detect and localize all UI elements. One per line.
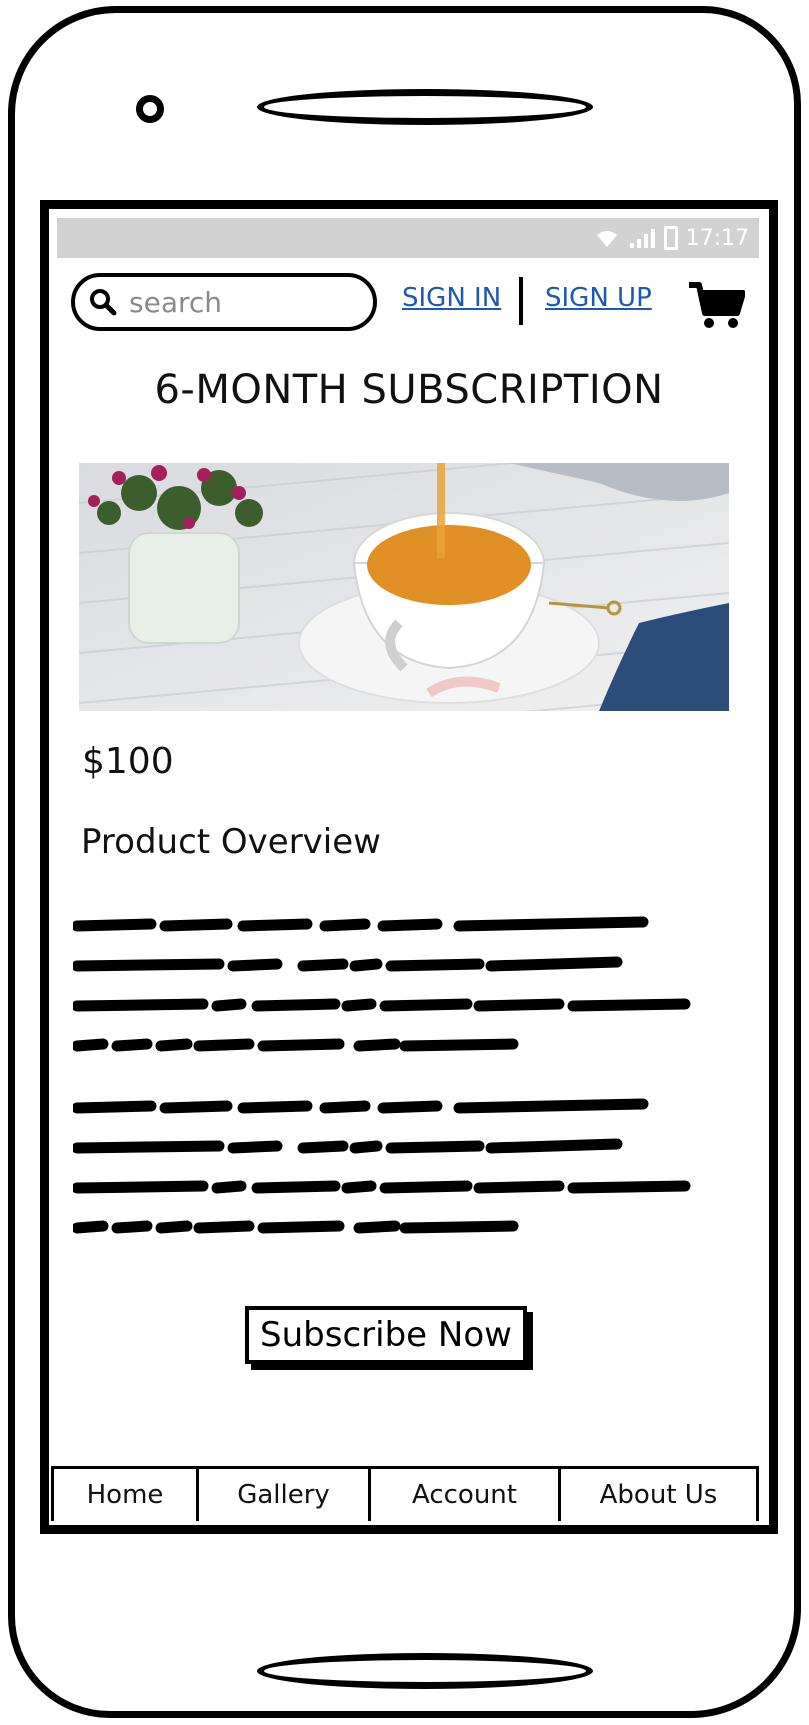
search-input[interactable] <box>127 284 341 320</box>
search-icon[interactable] <box>89 288 117 316</box>
bottom-tab-bar: Home Gallery Account About Us <box>51 1466 759 1521</box>
top-bar: SIGN IN SIGN UP <box>49 265 769 335</box>
tab-gallery[interactable]: Gallery <box>199 1469 371 1521</box>
signal-icon <box>629 229 655 248</box>
product-price: $100 <box>82 741 174 782</box>
overview-heading: Product Overview <box>81 822 381 862</box>
description-paragraph-1 <box>73 916 691 1052</box>
home-button[interactable] <box>257 1653 593 1689</box>
description-paragraph-2 <box>73 1098 691 1234</box>
wifi-icon <box>596 231 617 247</box>
status-time: 17:17 <box>685 225 749 251</box>
page-title: 6-MONTH SUBSCRIPTION <box>154 367 664 413</box>
earpiece-speaker <box>257 89 593 125</box>
tab-home[interactable]: Home <box>51 1469 199 1521</box>
subscribe-now-button[interactable]: Subscribe Now <box>245 1306 527 1364</box>
sign-in-link[interactable]: SIGN IN <box>402 283 501 313</box>
status-bar: 17:17 <box>57 218 759 258</box>
sign-up-link[interactable]: SIGN UP <box>545 283 652 313</box>
tab-account[interactable]: Account <box>371 1469 561 1521</box>
cart-icon[interactable] <box>687 279 745 329</box>
status-icons: 17:17 <box>594 224 749 252</box>
tab-about-us[interactable]: About Us <box>561 1469 759 1521</box>
battery-icon <box>663 226 678 250</box>
front-camera <box>136 95 164 123</box>
link-separator <box>519 277 523 325</box>
product-image <box>79 463 729 711</box>
search-box[interactable] <box>71 273 377 331</box>
phone-screen: 17:17 SIGN IN SIGN UP 6-MONTH SUBSCRIPTI… <box>40 200 778 1534</box>
